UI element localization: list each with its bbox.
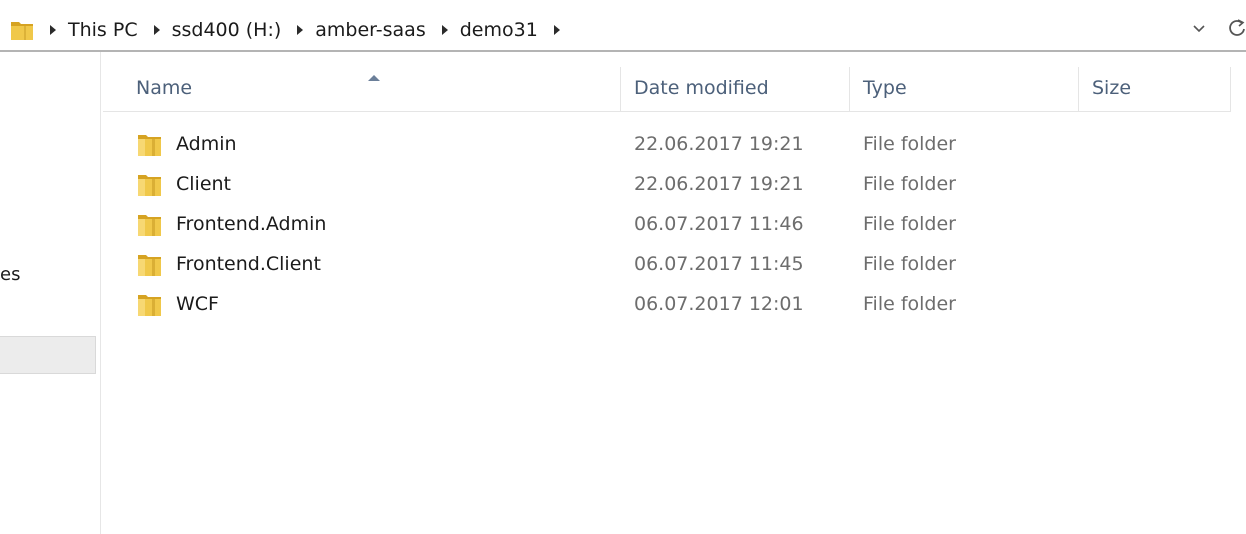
address-bar[interactable]: This PC ssd400 (H:) amber-saas demo31 xyxy=(0,0,1246,52)
column-header-row: Name Date modified Type Size xyxy=(103,67,1231,112)
nav-item-selected[interactable] xyxy=(0,336,96,374)
column-header-label: Type xyxy=(863,77,907,99)
folder-icon xyxy=(137,132,163,158)
breadcrumb-item[interactable]: This PC xyxy=(48,19,152,41)
file-type: File folder xyxy=(863,293,956,315)
column-header-label: Date modified xyxy=(634,77,769,99)
navigation-pane[interactable]: es xyxy=(0,52,100,534)
column-header-size[interactable]: Size xyxy=(1079,67,1231,112)
file-row[interactable]: Admin 22.06.2017 19:21 File folder xyxy=(103,125,1231,165)
file-type: File folder xyxy=(863,253,956,275)
column-header-type[interactable]: Type xyxy=(850,67,1079,112)
folder-icon xyxy=(137,212,163,238)
file-name[interactable]: Frontend.Admin xyxy=(176,213,326,235)
file-date-modified: 06.07.2017 12:01 xyxy=(634,293,804,315)
column-header-name[interactable]: Name xyxy=(103,67,621,112)
file-row[interactable]: Client 22.06.2017 19:21 File folder xyxy=(103,165,1231,205)
address-bar-controls xyxy=(1192,18,1246,38)
chevron-down-icon[interactable] xyxy=(1192,21,1206,35)
nav-item-partial[interactable]: es xyxy=(0,264,20,285)
refresh-icon[interactable] xyxy=(1228,18,1246,38)
file-list: Admin 22.06.2017 19:21 File folder Clien… xyxy=(103,125,1231,325)
breadcrumb-chevron-icon[interactable] xyxy=(553,25,560,35)
sort-ascending-icon xyxy=(367,67,381,81)
breadcrumb-item[interactable]: amber-saas xyxy=(295,19,439,41)
file-name[interactable]: Client xyxy=(176,173,231,195)
column-header-label: Name xyxy=(136,77,193,99)
breadcrumb: This PC ssd400 (H:) amber-saas demo31 xyxy=(10,17,572,43)
folder-icon xyxy=(137,252,163,278)
breadcrumb-item[interactable]: ssd400 (H:) xyxy=(152,19,296,41)
breadcrumb-item[interactable]: demo31 xyxy=(440,19,552,41)
file-date-modified: 06.07.2017 11:46 xyxy=(634,213,804,235)
file-type: File folder xyxy=(863,213,956,235)
file-name[interactable]: Admin xyxy=(176,133,237,155)
folder-icon xyxy=(137,172,163,198)
breadcrumb-chevron-icon[interactable] xyxy=(153,25,160,35)
file-row[interactable]: Frontend.Admin 06.07.2017 11:46 File fol… xyxy=(103,205,1231,245)
pane-divider[interactable] xyxy=(100,52,101,534)
file-type: File folder xyxy=(863,133,956,155)
file-name[interactable]: Frontend.Client xyxy=(176,253,321,275)
column-header-date-modified[interactable]: Date modified xyxy=(621,67,850,112)
file-type: File folder xyxy=(863,173,956,195)
file-row[interactable]: WCF 06.07.2017 12:01 File folder xyxy=(103,285,1231,325)
file-row[interactable]: Frontend.Client 06.07.2017 11:45 File fo… xyxy=(103,245,1231,285)
file-date-modified: 22.06.2017 19:21 xyxy=(634,173,804,195)
breadcrumb-item-trailing[interactable] xyxy=(552,25,572,35)
folder-icon xyxy=(137,292,163,318)
breadcrumb-chevron-icon[interactable] xyxy=(441,25,448,35)
breadcrumb-chevron-icon[interactable] xyxy=(50,25,56,35)
breadcrumb-chevron-icon[interactable] xyxy=(297,25,304,35)
file-name[interactable]: WCF xyxy=(176,293,219,315)
folder-icon xyxy=(10,18,36,42)
column-header-label: Size xyxy=(1092,77,1132,99)
file-date-modified: 22.06.2017 19:21 xyxy=(634,133,804,155)
file-date-modified: 06.07.2017 11:45 xyxy=(634,253,804,275)
